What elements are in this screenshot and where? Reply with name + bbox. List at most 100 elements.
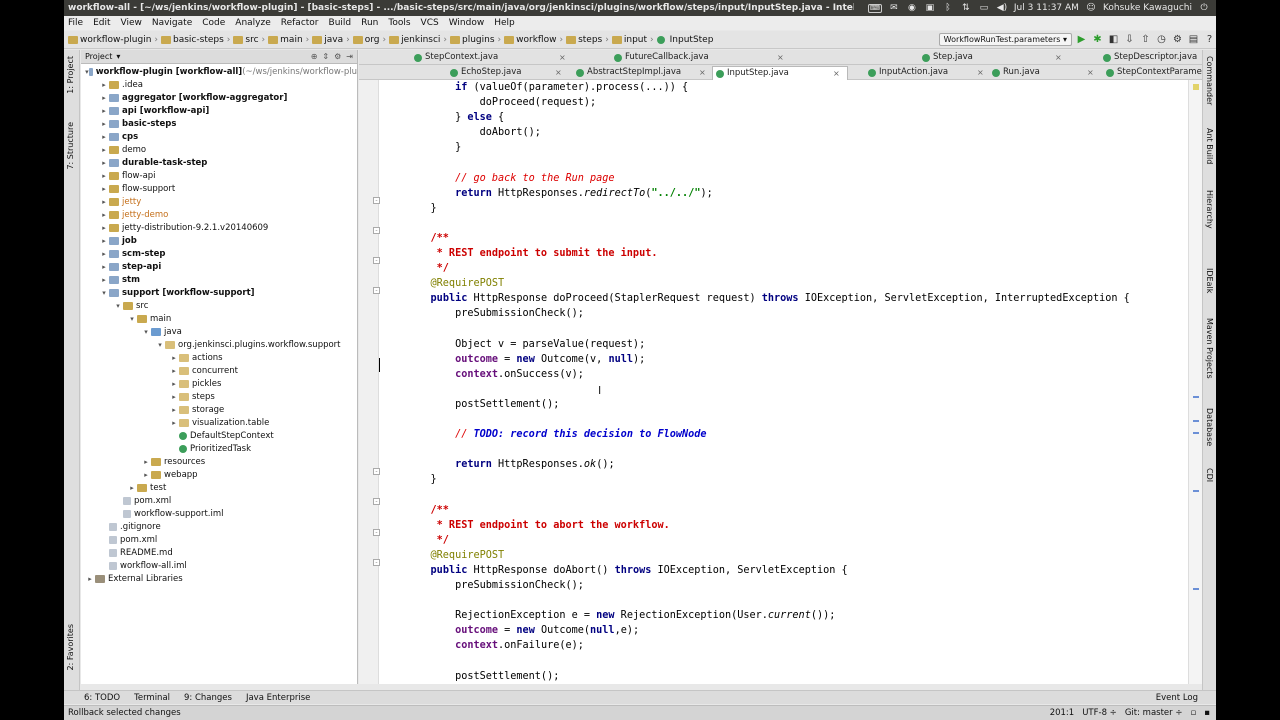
code-line[interactable] bbox=[406, 442, 1130, 457]
tree-item[interactable]: ▸ jetty bbox=[81, 195, 357, 208]
tree-item[interactable]: pom.xml bbox=[81, 494, 357, 507]
tool-tab-java-enterprise[interactable]: Java Enterprise bbox=[246, 693, 310, 703]
chevron-down-icon[interactable]: ▾ bbox=[116, 52, 120, 61]
tree-item[interactable]: ▸ External Libraries bbox=[81, 572, 357, 585]
project-panel-title[interactable]: Project bbox=[85, 52, 112, 61]
chevron-right-icon[interactable]: ▸ bbox=[99, 250, 109, 258]
tree-item[interactable]: ▸ webapp bbox=[81, 468, 357, 481]
tree-item[interactable]: .gitignore bbox=[81, 520, 357, 533]
tree-item[interactable]: workflow-all.iml bbox=[81, 559, 357, 572]
chevron-right-icon[interactable]: ▸ bbox=[99, 94, 109, 102]
chevron-down-icon[interactable]: ▾ bbox=[141, 328, 151, 336]
settings-icon[interactable]: ⚙ bbox=[1171, 33, 1184, 46]
tool-tab-project[interactable]: 1: Project bbox=[66, 56, 75, 94]
menu-run[interactable]: Run bbox=[361, 18, 378, 28]
tree-item[interactable]: ▸ storage bbox=[81, 403, 357, 416]
code-line[interactable] bbox=[406, 488, 1130, 503]
close-icon[interactable]: × bbox=[699, 66, 706, 79]
chevron-right-icon[interactable]: ▸ bbox=[169, 367, 179, 375]
tab-inputstep[interactable]: InputStep.java × bbox=[712, 66, 848, 80]
code-line[interactable]: @RequirePOST bbox=[406, 276, 1130, 291]
tab-abstractstepimpl[interactable]: AbstractStepImpl.java × bbox=[573, 66, 709, 80]
code-line[interactable] bbox=[406, 382, 1130, 397]
breadcrumb-item[interactable]: steps bbox=[566, 35, 602, 45]
chevron-right-icon[interactable]: ▸ bbox=[99, 211, 109, 219]
chevron-down-icon[interactable]: ▾ bbox=[99, 289, 109, 297]
tree-item[interactable]: ▸ test bbox=[81, 481, 357, 494]
fold-icon[interactable]: - bbox=[373, 287, 380, 294]
tool-tab-maven-projects[interactable]: Maven Projects bbox=[1205, 318, 1214, 379]
chevron-down-icon[interactable]: ▾ bbox=[127, 315, 137, 323]
keyboard-icon[interactable]: ⌨ bbox=[867, 3, 882, 13]
code-line[interactable]: return HttpResponses.redirectTo("../../"… bbox=[406, 186, 1130, 201]
code-line[interactable]: } bbox=[406, 140, 1130, 155]
chevron-right-icon[interactable]: ▸ bbox=[99, 198, 109, 206]
tree-item[interactable]: ▸ durable-task-step bbox=[81, 156, 357, 169]
stripe-marker[interactable] bbox=[1193, 396, 1199, 398]
breadcrumb-item[interactable]: InputStep bbox=[656, 35, 713, 45]
code-line[interactable]: if (valueOf(parameter).process(...)) { bbox=[406, 80, 1130, 95]
file-encoding[interactable]: UTF-8 ÷ bbox=[1082, 708, 1117, 718]
menu-code[interactable]: Code bbox=[202, 18, 225, 28]
tree-item[interactable]: ▸ flow-support bbox=[81, 182, 357, 195]
breadcrumb-item[interactable]: java bbox=[312, 35, 343, 45]
chevron-right-icon[interactable]: ▸ bbox=[99, 276, 109, 284]
menu-refactor[interactable]: Refactor bbox=[281, 18, 319, 28]
chevron-right-icon[interactable]: ▸ bbox=[99, 81, 109, 89]
hide-icon[interactable]: ⇥ bbox=[346, 52, 353, 61]
stripe-marker[interactable] bbox=[1193, 588, 1199, 590]
fold-icon[interactable]: - bbox=[373, 468, 380, 475]
mail-icon[interactable]: ✉ bbox=[888, 3, 900, 13]
tree-item[interactable]: ▸ jetty-distribution-9.2.1.v20140609 bbox=[81, 221, 357, 234]
code-line[interactable]: */ bbox=[406, 261, 1130, 276]
tool-tab-event-log[interactable]: Event Log bbox=[1156, 693, 1216, 703]
menu-analyze[interactable]: Analyze bbox=[235, 18, 270, 28]
code-line[interactable] bbox=[406, 412, 1130, 427]
code-line[interactable]: postSettlement(); bbox=[406, 669, 1130, 684]
structure-icon[interactable]: ▤ bbox=[1187, 33, 1200, 46]
chevron-right-icon[interactable]: ▸ bbox=[99, 133, 109, 141]
inspection-status-icon[interactable] bbox=[1193, 84, 1199, 90]
coverage-icon[interactable]: ◧ bbox=[1107, 33, 1120, 46]
caret-position[interactable]: 201:1 bbox=[1050, 708, 1075, 718]
close-icon[interactable]: × bbox=[977, 66, 984, 79]
vcs-commit-icon[interactable]: ⇧ bbox=[1139, 33, 1152, 46]
git-branch[interactable]: Git: master ÷ bbox=[1125, 708, 1183, 718]
tree-item[interactable]: ▸ api [workflow-api] bbox=[81, 104, 357, 117]
tool-tab-structure[interactable]: 7: Structure bbox=[66, 122, 75, 170]
network-icon[interactable]: ⇅ bbox=[960, 3, 972, 13]
run-icon[interactable]: ▶ bbox=[1075, 33, 1088, 46]
menu-file[interactable]: File bbox=[68, 18, 83, 28]
code-line[interactable] bbox=[406, 155, 1130, 170]
code-line[interactable]: } else { bbox=[406, 110, 1130, 125]
tree-item[interactable]: ▸ aggregator [workflow-aggregator] bbox=[81, 91, 357, 104]
stripe-marker[interactable] bbox=[1193, 490, 1199, 492]
memory-indicator-icon[interactable]: ▪ bbox=[1204, 708, 1210, 718]
breadcrumb-item[interactable]: workflow bbox=[504, 35, 556, 45]
chevron-right-icon[interactable]: ▸ bbox=[99, 159, 109, 167]
chevron-right-icon[interactable]: ▸ bbox=[141, 458, 151, 466]
gear-icon[interactable]: ⚙ bbox=[334, 52, 341, 61]
lock-icon[interactable]: ▫ bbox=[1190, 708, 1196, 718]
tree-item[interactable]: ▸ job bbox=[81, 234, 357, 247]
tree-item[interactable]: ▾ main bbox=[81, 312, 357, 325]
code-line[interactable]: // TODO: record this decision to FlowNod… bbox=[406, 427, 1130, 442]
tab-inputaction[interactable]: InputAction.java × bbox=[865, 66, 989, 80]
stripe-marker[interactable] bbox=[1193, 432, 1199, 434]
user-icon[interactable]: ☺ bbox=[1085, 3, 1097, 13]
tool-tab-terminal[interactable]: Terminal bbox=[134, 693, 170, 703]
video-icon[interactable]: ▣ bbox=[924, 3, 936, 13]
user-name[interactable]: Kohsuke Kawaguchi bbox=[1103, 3, 1192, 13]
tool-tab-ant-build[interactable]: Ant Build bbox=[1205, 128, 1214, 164]
debug-icon[interactable]: ✱ bbox=[1091, 33, 1104, 46]
tree-item[interactable]: ▸ demo bbox=[81, 143, 357, 156]
menu-view[interactable]: View bbox=[121, 18, 142, 28]
code-line[interactable]: RejectionException e = new RejectionExce… bbox=[406, 608, 1130, 623]
close-icon[interactable]: × bbox=[833, 67, 840, 80]
code-line[interactable]: postSettlement(); bbox=[406, 397, 1130, 412]
code-lines[interactable]: if (valueOf(parameter).process(...)) { d… bbox=[406, 80, 1130, 684]
tool-tab-favorites[interactable]: 2: Favorites bbox=[66, 624, 75, 670]
tree-item[interactable]: ▾ src bbox=[81, 299, 357, 312]
chevron-down-icon[interactable]: ▾ bbox=[113, 302, 123, 310]
fold-icon[interactable]: - bbox=[373, 227, 380, 234]
